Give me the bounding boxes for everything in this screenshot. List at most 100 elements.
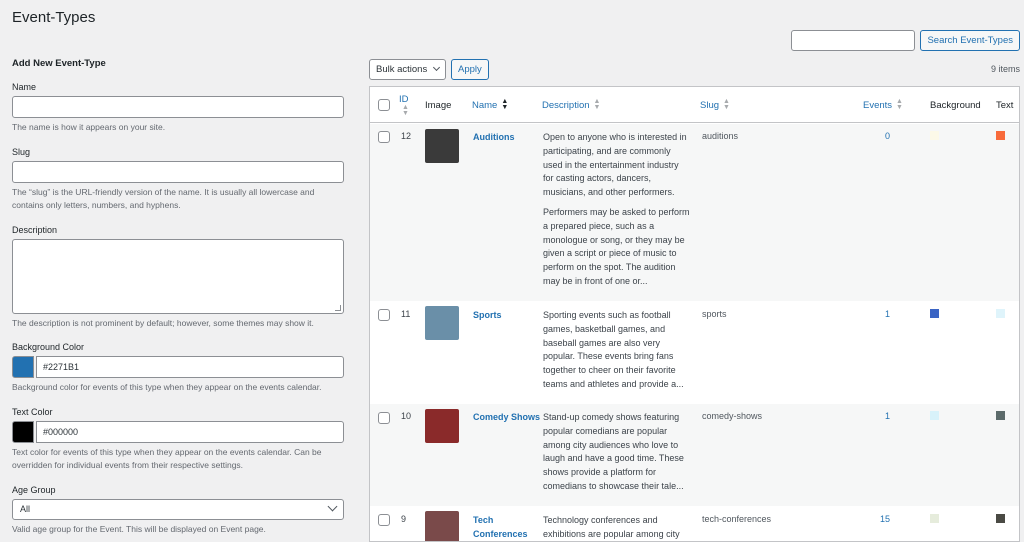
slug-input[interactable]	[12, 160, 344, 183]
row-background-swatch	[930, 514, 939, 523]
form-heading: Add New Event-Type	[12, 58, 106, 69]
age-group-help: Valid age group for the Event. This will…	[12, 523, 266, 534]
column-description[interactable]: Description ▲ ▼	[542, 87, 600, 123]
row-events-link[interactable]: 1	[840, 309, 890, 319]
sort-icon: ▲ ▼	[402, 103, 409, 117]
row-name-link[interactable]: Auditions	[473, 130, 545, 144]
description-help: The description is not prominent by defa…	[12, 317, 314, 328]
table-row: 9 Tech Conferences Technology conference…	[370, 506, 1019, 541]
column-id[interactable]: ID ▲ ▼	[399, 87, 409, 123]
row-name-link[interactable]: Tech Conferences	[473, 513, 545, 541]
row-checkbox[interactable]	[378, 412, 390, 424]
row-description-paragraph: Performers may be asked to perform a pre…	[543, 206, 690, 286]
row-slug: sports	[702, 309, 727, 319]
text-color-picker: #000000	[12, 420, 344, 443]
row-slug: auditions	[702, 131, 739, 141]
row-description: Sporting events such as football games, …	[543, 309, 691, 392]
select-all-checkbox[interactable]	[378, 99, 390, 111]
row-id: 10	[401, 411, 412, 421]
sort-icon: ▲ ▼	[896, 98, 903, 111]
name-label: Name	[12, 82, 37, 92]
sort-icon: ▲ ▼	[723, 98, 730, 111]
row-thumbnail	[425, 129, 459, 163]
row-events-link[interactable]: 0	[840, 131, 890, 141]
resize-grip-icon[interactable]	[335, 304, 341, 311]
sort-icon: ▲ ▼	[501, 98, 509, 111]
table-row: 12 Auditions Open to anyone who is inter…	[370, 124, 1019, 301]
column-text: Text	[996, 99, 1014, 111]
age-group-select[interactable]: All	[12, 498, 344, 520]
row-description-paragraph: Technology conferences and exhibitions a…	[543, 515, 680, 539]
row-name-link[interactable]: Sports	[473, 308, 545, 322]
row-text-swatch	[996, 309, 1005, 318]
text-color-label: Text Color	[12, 406, 53, 417]
row-checkbox[interactable]	[378, 309, 390, 321]
background-color-swatch[interactable]	[12, 356, 34, 378]
name-help: The name is how it appears on your site.	[12, 122, 166, 132]
search-box: Search Event-Types	[791, 30, 1020, 51]
column-id-label: ID	[399, 93, 409, 105]
row-description: Stand-up comedy shows featuring popular …	[543, 411, 691, 494]
row-thumbnail	[425, 409, 459, 443]
row-description-paragraph: Open to anyone who is interested in part…	[543, 132, 687, 198]
row-slug: comedy-shows	[702, 411, 763, 421]
bulk-actions-select[interactable]: Bulk actions	[369, 59, 446, 80]
page-title: Event-Types	[12, 9, 96, 26]
row-background-swatch	[930, 309, 939, 318]
background-color-label: Background Color	[12, 342, 85, 352]
row-events-link[interactable]: 15	[840, 514, 890, 524]
add-event-type-form: Add New Event-Type Name The name is how …	[12, 58, 344, 536]
column-slug[interactable]: Slug ▲ ▼	[700, 87, 730, 123]
description-textarea[interactable]	[12, 238, 344, 314]
row-id: 9	[401, 514, 407, 524]
search-button[interactable]: Search Event-Types	[920, 30, 1020, 51]
background-color-picker: #2271B1	[12, 356, 344, 378]
background-color-help: Background color for events of this type…	[12, 382, 322, 392]
row-name-link[interactable]: Comedy Shows	[473, 410, 545, 424]
column-description-label: Description	[542, 99, 590, 111]
apply-button[interactable]: Apply	[451, 59, 489, 80]
column-events[interactable]: Events ▲ ▼	[863, 87, 903, 123]
chevron-down-icon	[327, 501, 338, 511]
row-text-swatch	[996, 411, 1005, 420]
row-checkbox[interactable]	[378, 514, 390, 526]
column-slug-label: Slug	[700, 99, 720, 111]
row-background-swatch	[930, 131, 939, 140]
text-color-help: Text color for events of this type when …	[12, 446, 322, 471]
row-description: Open to anyone who is interested in part…	[543, 131, 691, 289]
column-background: Background	[930, 99, 981, 111]
row-id: 12	[401, 131, 412, 141]
chevron-down-icon	[432, 63, 441, 72]
row-description: Technology conferences and exhibitions a…	[543, 514, 691, 541]
row-description-paragraph: Sporting events such as football games, …	[543, 310, 684, 389]
tablenav: Bulk actions Apply	[369, 59, 489, 80]
row-thumbnail	[425, 306, 459, 340]
age-group-value: All	[20, 503, 31, 514]
row-id: 11	[401, 309, 411, 319]
bulk-actions-label: Bulk actions	[376, 64, 428, 75]
sort-icon: ▲ ▼	[593, 98, 601, 111]
items-count: 9 items	[990, 64, 1020, 74]
search-input[interactable]	[791, 30, 916, 51]
row-background-swatch	[930, 411, 939, 420]
row-text-swatch	[996, 131, 1005, 140]
row-events-link[interactable]: 1	[840, 411, 890, 421]
event-types-table: ID ▲ ▼ Image Name ▲ ▼ Description ▲ ▼ Slug …	[369, 86, 1020, 542]
slug-help: The “slug” is the URL-friendly version o…	[12, 186, 315, 211]
description-label: Description	[12, 224, 58, 235]
row-checkbox[interactable]	[378, 131, 390, 143]
row-slug: tech-conferences	[702, 514, 772, 524]
background-color-input[interactable]: #2271B1	[36, 356, 344, 378]
row-thumbnail	[425, 511, 459, 541]
text-color-input[interactable]: #000000	[36, 420, 344, 443]
age-group-label: Age Group	[12, 484, 56, 495]
column-name-label: Name	[472, 99, 498, 111]
column-events-label: Events	[863, 99, 893, 111]
row-text-swatch	[996, 514, 1005, 523]
table-header: ID ▲ ▼ Image Name ▲ ▼ Description ▲ ▼ Slug …	[370, 87, 1019, 123]
slug-label: Slug	[12, 146, 31, 157]
table-row: 10 Comedy Shows Stand-up comedy shows fe…	[370, 404, 1019, 506]
name-input[interactable]	[12, 96, 344, 118]
column-name[interactable]: Name ▲ ▼	[472, 87, 508, 123]
text-color-swatch[interactable]	[12, 420, 34, 443]
